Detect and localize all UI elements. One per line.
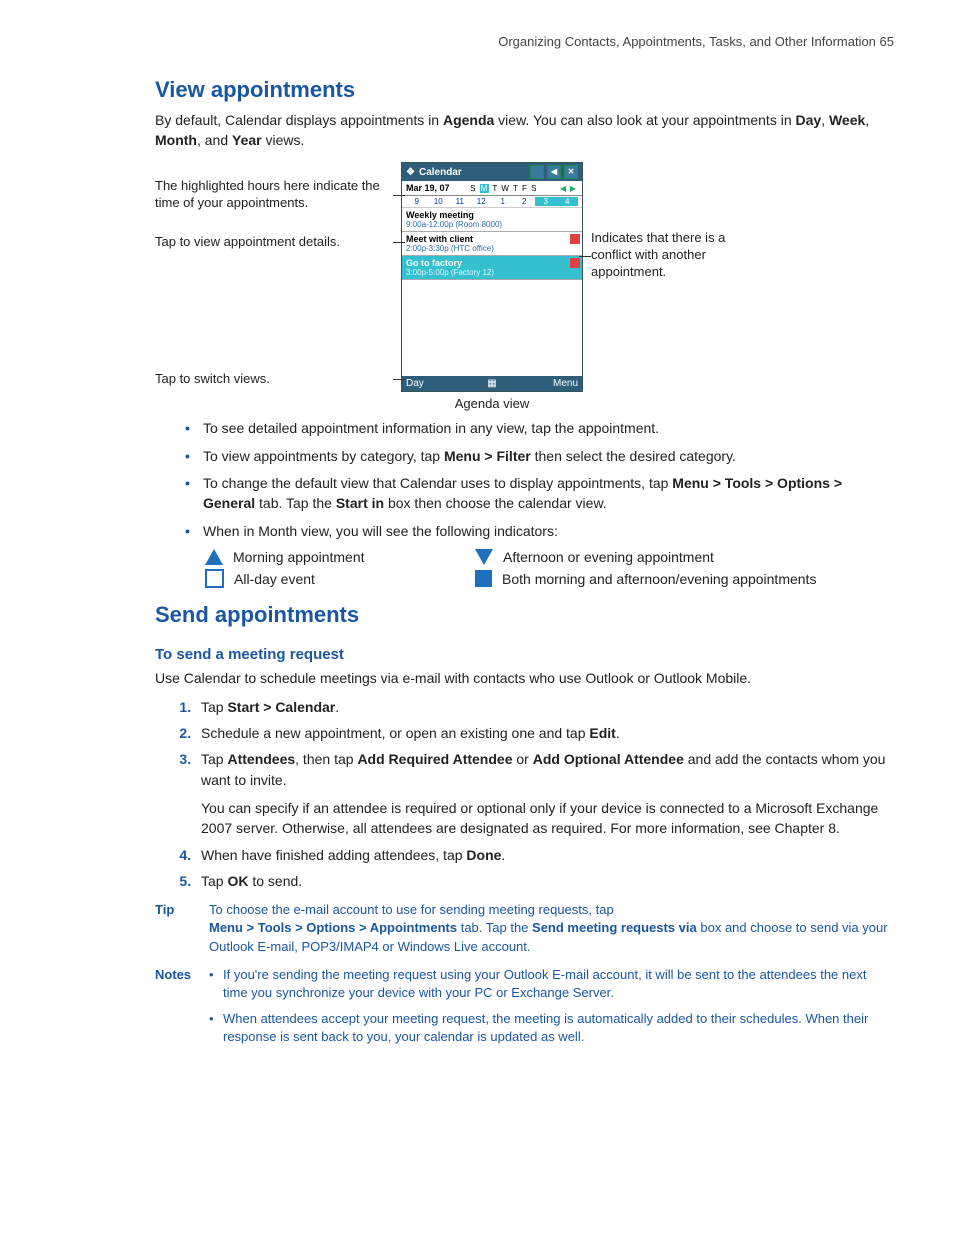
phone-screenshot-column: ❖ Calendar ◀ ✕ Mar 19, 07 S M T W T F S … [401,162,583,411]
step-item: Tap OK to send. [195,871,894,891]
phone-date: Mar 19, 07 [406,183,450,193]
steps-list: Tap Start > Calendar. Schedule a new app… [175,697,894,891]
bullet-list: To see detailed appointment information … [155,419,894,541]
notes-label: Notes [155,966,209,1055]
text: view. You can also look at your appointm… [494,112,795,128]
bold: Day [796,112,822,128]
callouts-left: The highlighted hours here indicate the … [155,162,393,388]
callout-switch-views: Tap to switch views. [155,371,393,388]
tip-label: Tip [155,901,209,956]
heading-view-appointments: View appointments [155,77,894,103]
notes-item: If you're sending the meeting request us… [209,966,894,1002]
callout-highlighted-hours: The highlighted hours here indicate the … [155,178,393,212]
appt-subtitle: 3:00p-5:00p (Factory 12) [406,268,578,277]
notes-item: When attendees accept your meeting reque… [209,1010,894,1046]
phone-softkey-right: Menu [504,378,578,389]
subheading-meeting-request: To send a meeting request [155,646,894,663]
phone-screenshot: ❖ Calendar ◀ ✕ Mar 19, 07 S M T W T F S … [401,162,583,392]
figure-caption: Agenda view [401,396,583,411]
manual-page: Organizing Contacts, Appointments, Tasks… [0,0,954,1094]
keyboard-icon: ▦ [480,378,504,389]
phone-title: Calendar [419,167,462,178]
phone-appt-1: Weekly meeting 9:00a-12:00p (Room 8000) [402,208,582,232]
phone-appt-3-selected: Go to factory 3:00p-5:00p (Factory 12) [402,256,582,280]
heading-send-appointments: Send appointments [155,602,894,628]
phone-hour-row: 91011121234 [402,196,582,208]
callout-conflict: Indicates that there is a conflict with … [591,230,761,281]
running-head: Organizing Contacts, Appointments, Tasks… [155,34,894,49]
bold: Week [829,112,865,128]
appt-title: Go to factory [406,258,578,268]
tip-text: To choose the e-mail account to use for … [209,901,894,956]
phone-footbar: Day ▦ Menu [402,376,582,391]
phone-right-arrow-icon: ▶ [568,184,578,193]
appt-title: Weekly meeting [406,210,578,220]
bold: Agenda [443,112,494,128]
intro-paragraph: By default, Calendar displays appointmen… [155,111,894,150]
phone-titlebar: ❖ Calendar ◀ ✕ [402,163,582,181]
indicator-label: Afternoon or evening appointment [503,549,714,565]
text: By default, Calendar displays appointmen… [155,112,443,128]
morning-indicator-icon [205,549,223,565]
figure-block: The highlighted hours here indicate the … [155,162,894,411]
notes-list: If you're sending the meeting request us… [209,966,894,1047]
text: views. [262,132,305,148]
indicator-label: All-day event [234,571,315,587]
indicator-label: Morning appointment [233,549,365,565]
appt-subtitle: 9:00a-12:00p (Room 8000) [406,220,578,229]
phone-softkey-left: Day [406,378,480,389]
indicator-legend: Morning appointment Afternoon or evening… [205,549,894,588]
afternoon-indicator-icon [475,549,493,565]
callouts-right: Indicates that there is a conflict with … [591,162,761,281]
step-note: You can specify if an attendee is requir… [201,798,894,839]
start-icon: ❖ [406,167,415,178]
bullet-item: To view appointments by category, tap Me… [185,447,894,467]
signal-icon [530,165,544,179]
step-item: Tap Attendees, then tap Add Required Att… [195,749,894,838]
text: , and [197,132,232,148]
text: , [865,112,869,128]
step-item: Schedule a new appointment, or open an e… [195,723,894,743]
both-indicator-icon [475,570,492,587]
callout-tap-details: Tap to view appointment details. [155,234,393,251]
appt-title: Meet with client [406,234,578,244]
phone-left-arrow-icon: ◀ [558,184,568,193]
bold: Year [232,132,262,148]
close-icon: ✕ [564,165,578,179]
send-intro: Use Calendar to schedule meetings via e-… [155,669,894,689]
phone-weekdays: S M T W T F S [450,184,558,193]
volume-icon: ◀ [547,165,561,179]
appt-subtitle: 2:00p-3:30p (HTC office) [406,244,578,253]
bullet-item: When in Month view, you will see the fol… [185,522,894,542]
step-item: Tap Start > Calendar. [195,697,894,717]
conflict-icon [570,258,580,268]
text: , [821,112,829,128]
bullet-item: To change the default view that Calendar… [185,474,894,513]
bold: Month [155,132,197,148]
bullet-item: To see detailed appointment information … [185,419,894,439]
allday-indicator-icon [205,569,224,588]
phone-date-row: Mar 19, 07 S M T W T F S ◀ ▶ [402,181,582,196]
phone-appt-2: Meet with client 2:00p-3:30p (HTC office… [402,232,582,256]
tip-block: Tip To choose the e-mail account to use … [155,901,894,956]
step-item: When have finished adding attendees, tap… [195,845,894,865]
conflict-icon [570,234,580,244]
indicator-label: Both morning and afternoon/evening appoi… [502,571,816,587]
phone-blank-area [402,280,582,376]
notes-block: Notes If you're sending the meeting requ… [155,966,894,1055]
